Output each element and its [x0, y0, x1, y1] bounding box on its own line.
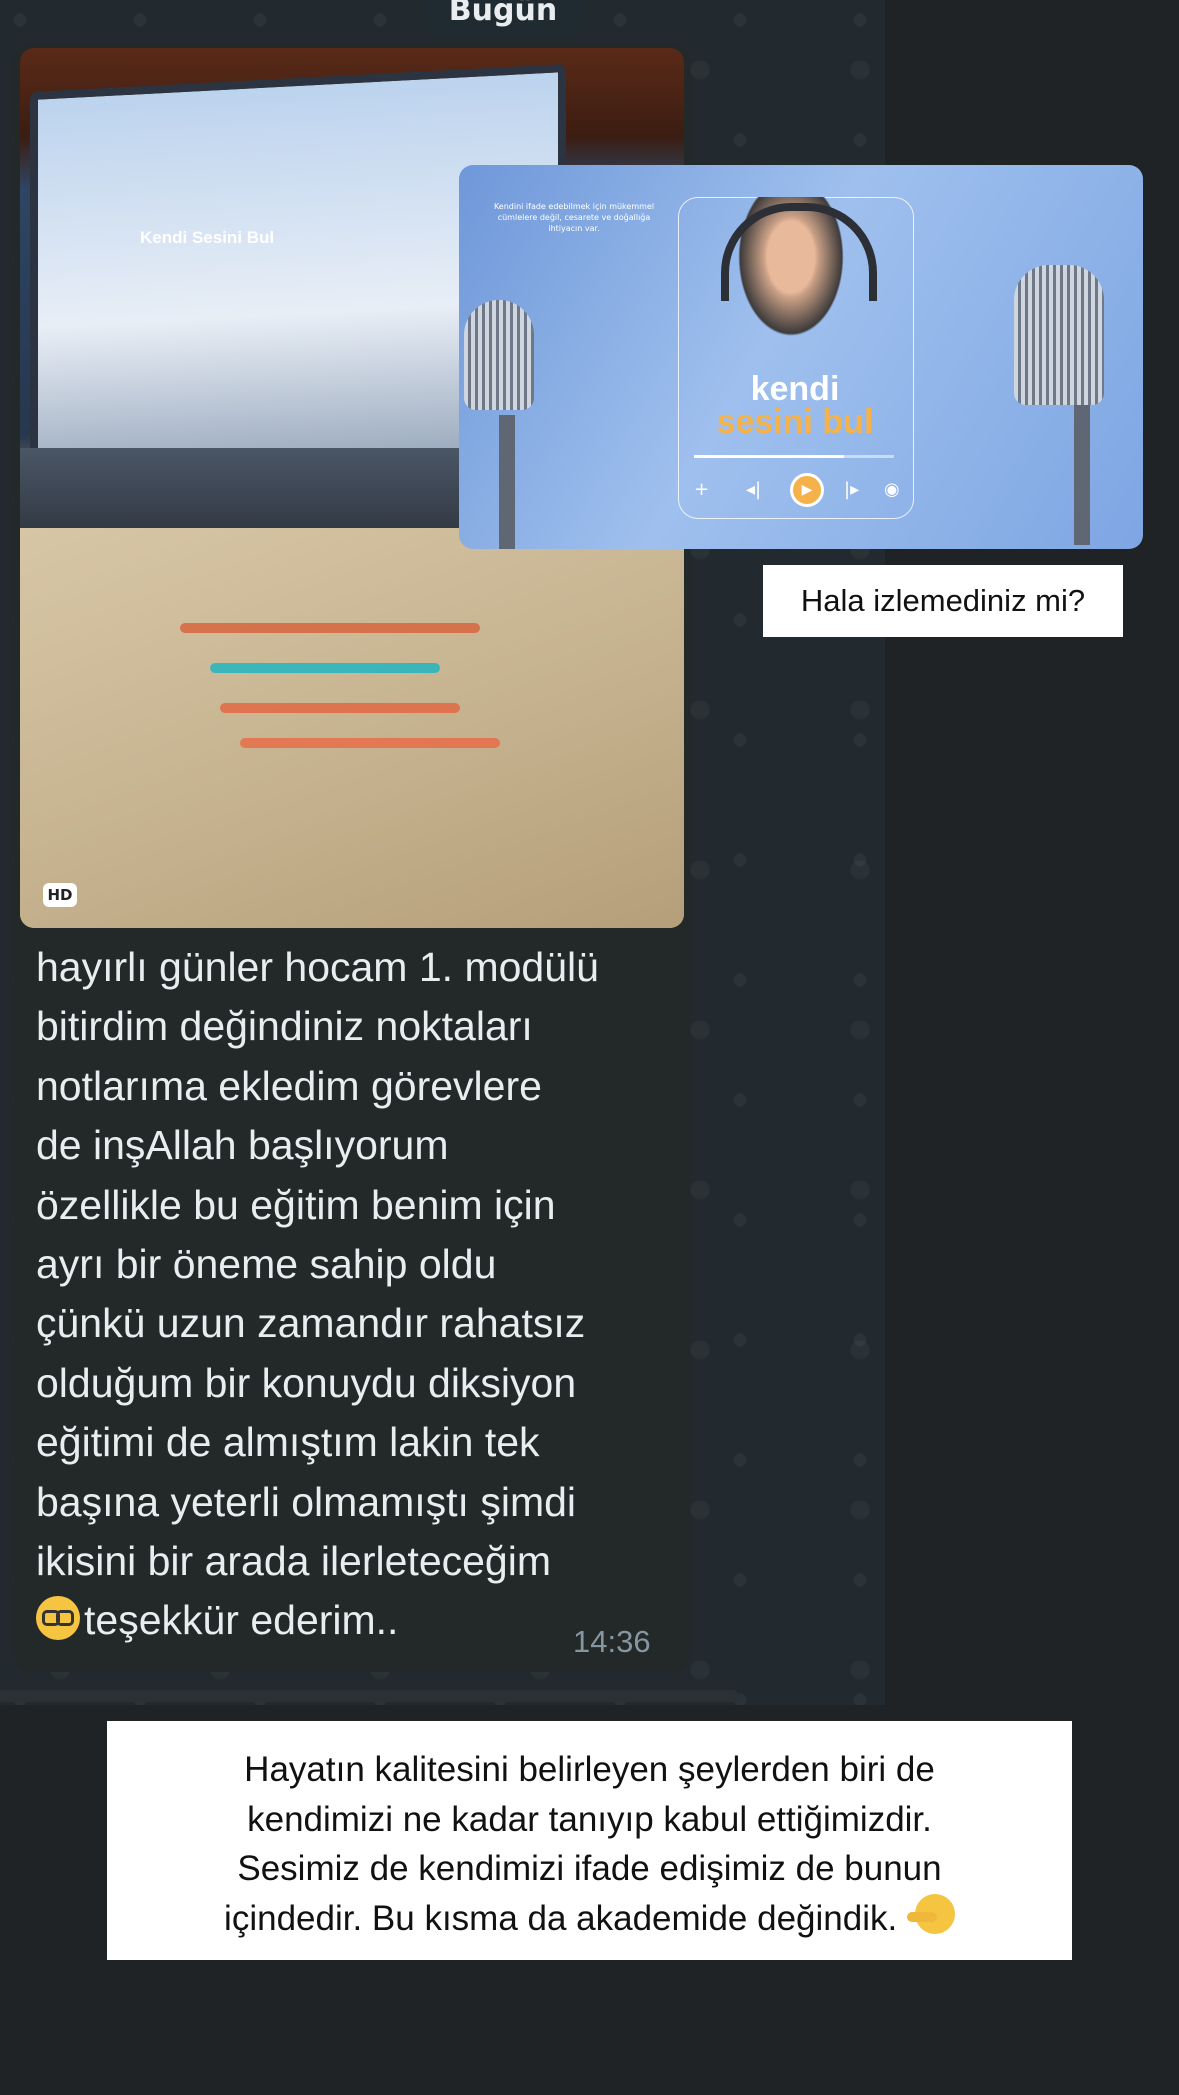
promo-small-text: Kendini ifade edebilmek için mükemmel cü… [493, 202, 655, 233]
next-bubble-edge [0, 1690, 740, 1702]
photo-screen-title: Kendi Sesini Bul [140, 228, 275, 247]
promo-title-line2: sesini bul [716, 403, 874, 441]
player-controls: + ◂| ▶ |▸ ◉ [694, 473, 900, 513]
nerd-face-emoji [36, 1596, 80, 1641]
message-time: 14:36 [573, 1624, 651, 1659]
mic-stand [499, 415, 515, 549]
message-body: hayırlı günler hocam 1. modülü bitirdim … [36, 944, 599, 1585]
promo-progress-bar [694, 455, 894, 458]
repeat-icon: ◉ [884, 479, 900, 500]
notebook [20, 528, 684, 928]
quote-card: Hayatın kalitesini belirleyen şeylerden … [107, 1721, 1072, 1960]
next-icon: |▸ [844, 479, 860, 500]
hd-badge: HD [43, 883, 77, 907]
play-icon: ▶ [790, 473, 824, 507]
pointing-left-emoji [906, 1893, 955, 1938]
promo-video-card[interactable]: Kendini ifade edebilmek için mükemmel cü… [459, 165, 1143, 549]
previous-icon: ◂| [746, 479, 762, 500]
microphone-icon [1014, 265, 1104, 405]
promo-progress-fill [694, 455, 844, 458]
add-icon: + [694, 479, 710, 500]
highlight-line [240, 738, 500, 748]
highlight-line [220, 703, 460, 713]
quote-text: Hayatın kalitesini belirleyen şeylerden … [224, 1750, 942, 1938]
message-text: hayırlı günler hocam 1. modülü bitirdim … [36, 938, 676, 1651]
date-divider: Bugün [423, 0, 583, 34]
promo-caption: Hala izlemediniz mi? [763, 565, 1123, 637]
highlight-line [180, 623, 480, 633]
highlight-line [210, 663, 440, 673]
message-last-line: teşekkür ederim.. [84, 1597, 399, 1644]
microphone-icon [464, 300, 534, 410]
mic-stand [1074, 395, 1090, 545]
